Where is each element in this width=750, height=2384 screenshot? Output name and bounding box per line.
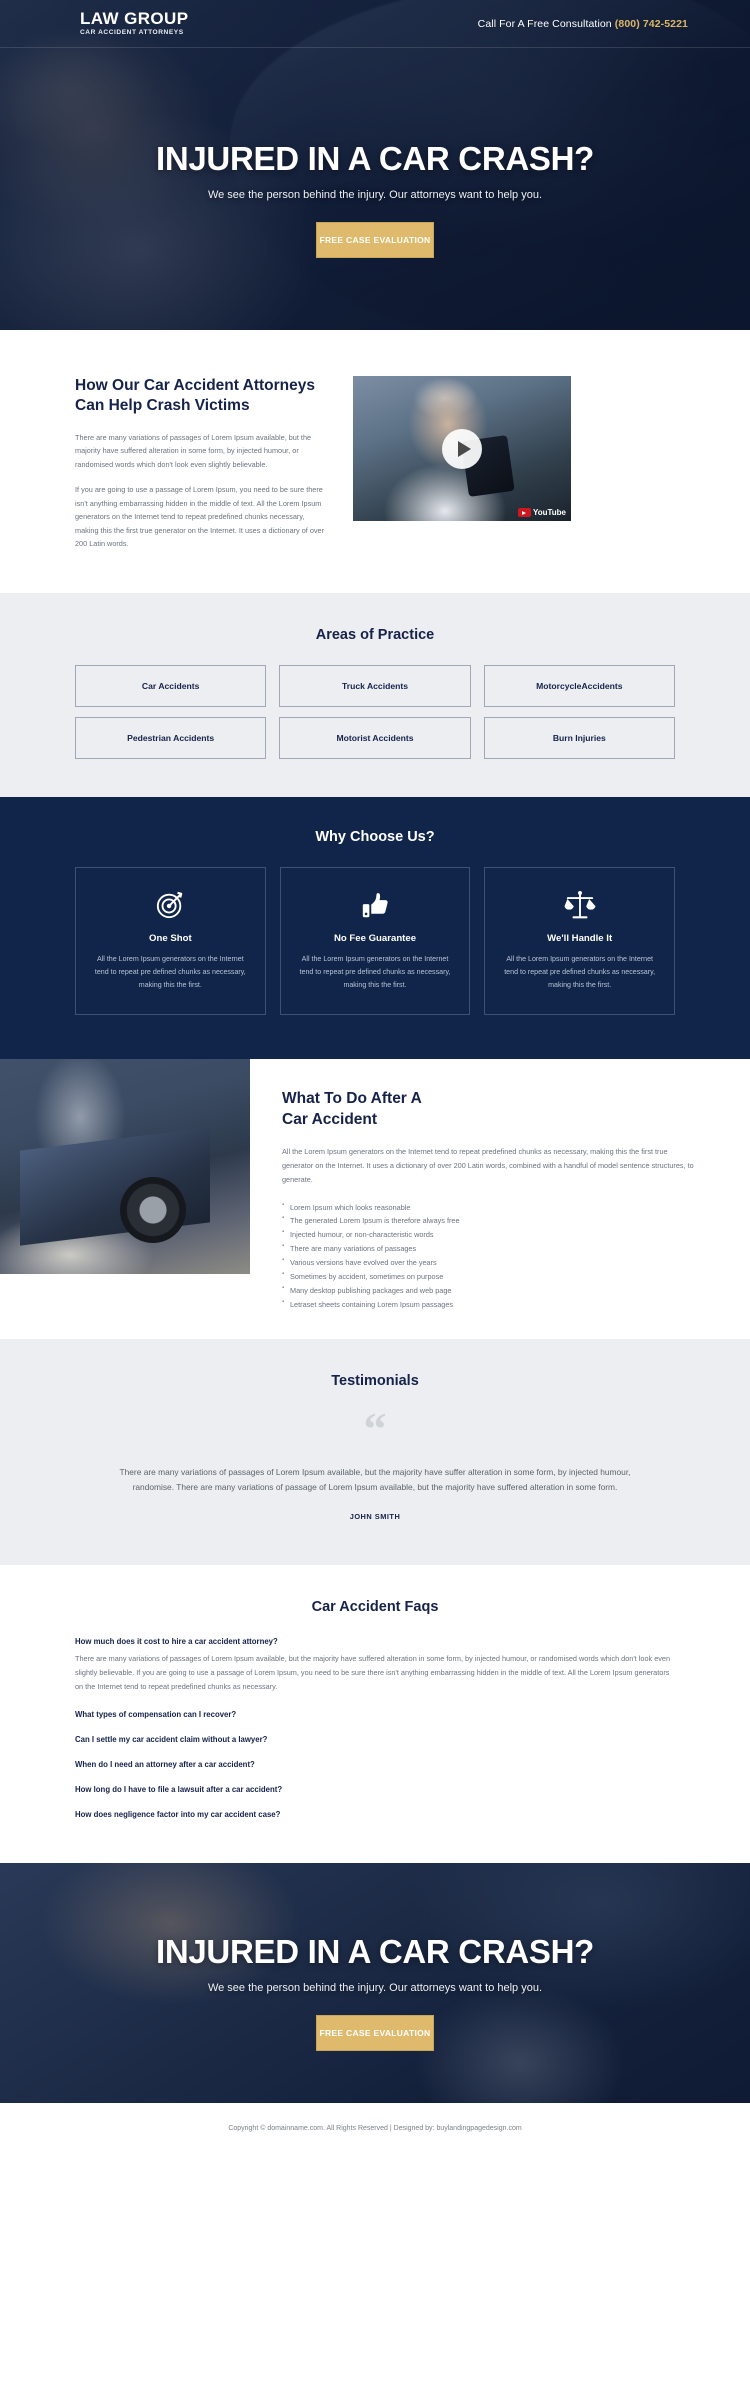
faq-section: Car Accident Faqs How much does it cost … (0, 1565, 750, 1863)
what-to-do-content: What To Do After A Car Accident All the … (250, 1059, 750, 1339)
area-card-truck-accidents[interactable]: Truck Accidents (279, 664, 471, 707)
what-heading-line-2: Car Accident (282, 1111, 378, 1129)
help-heading: How Our Car Accident Attorneys Can Help … (75, 377, 316, 415)
bottom-cta-section: INJURED IN A CAR CRASH? We see the perso… (0, 1862, 750, 2103)
top-bar: LAW GROUP CAR ACCIDENT ATTORNEYS Call Fo… (0, 0, 750, 48)
thumbs-up-icon (297, 888, 454, 922)
help-section: How Our Car Accident Attorneys Can Help … (0, 330, 750, 593)
faq-item: When do I need an attorney after a car a… (75, 1760, 675, 1769)
call-consultation: Call For A Free Consultation (800) 742-5… (478, 18, 688, 30)
brand-tagline: CAR ACCIDENT ATTORNEYS (80, 29, 184, 37)
youtube-label: YouTube (532, 508, 566, 517)
faq-heading: Car Accident Faqs (311, 1599, 439, 1616)
footer: Copyright © domainname.com. All Rights R… (0, 2102, 750, 2156)
area-card-pedestrian-accidents[interactable]: Pedestrian Accidents (75, 716, 267, 759)
cta-content: INJURED IN A CAR CRASH? We see the perso… (0, 1863, 750, 2051)
scales-icon (501, 888, 658, 922)
cta-subtitle: We see the person behind the injury. Our… (207, 1981, 543, 1994)
faq-list: How much does it cost to hire a car acci… (75, 1637, 675, 1819)
testimonials-heading: Testimonials (331, 1373, 419, 1390)
help-text-column: How Our Car Accident Attorneys Can Help … (75, 376, 325, 551)
faq-item: How long do I have to file a lawsuit aft… (75, 1785, 675, 1794)
why-cards-grid: One Shot All the Lorem Ipsum generators … (75, 866, 675, 1016)
faq-question[interactable]: How much does it cost to hire a car acci… (75, 1637, 675, 1646)
cta-free-case-evaluation-button[interactable]: FREE CASE EVALUATION (316, 2014, 434, 2051)
faq-item: What types of compensation can I recover… (75, 1710, 675, 1719)
hero-subtitle: We see the person behind the injury. Our… (207, 189, 543, 201)
why-card-title: One Shot (149, 932, 192, 944)
list-item: The generated Lorem Ipsum is therefore a… (282, 1213, 698, 1228)
copyright-text: Copyright © domainname.com. All Rights R… (228, 2124, 522, 2132)
why-card-text: All the Lorem Ipsum generators on the In… (504, 954, 656, 989)
why-card-no-fee-guarantee: No Fee Guarantee All the Lorem Ipsum gen… (279, 866, 471, 1016)
list-item: Many desktop publishing packages and web… (282, 1283, 698, 1298)
play-button-icon[interactable] (442, 428, 482, 469)
crashed-car-photo (0, 1059, 250, 1275)
why-choose-us-section: Why Choose Us? One Shot All the Lorem Ip… (0, 796, 750, 1060)
faq-question[interactable]: How does negligence factor into my car a… (75, 1810, 675, 1819)
list-item: Various versions have evolved over the y… (282, 1255, 698, 1270)
why-card-title: No Fee Guarantee (333, 932, 417, 944)
list-item: Injected humour, or non-characteristic w… (282, 1227, 698, 1242)
list-item: Lorem Ipsum which looks reasonable (282, 1200, 698, 1215)
why-card-one-shot: One Shot All the Lorem Ipsum generators … (75, 866, 266, 1016)
list-item: Sometimes by accident, sometimes on purp… (282, 1269, 698, 1284)
what-heading-line-1: What To Do After A (282, 1090, 422, 1108)
free-case-evaluation-button[interactable]: FREE CASE EVALUATION (316, 222, 434, 258)
faq-question[interactable]: Can I settle my car accident claim witho… (75, 1735, 675, 1744)
why-card-text: All the Lorem Ipsum generators on the In… (94, 954, 246, 989)
hero-section: LAW GROUP CAR ACCIDENT ATTORNEYS Call Fo… (0, 0, 750, 330)
faq-item: Can I settle my car accident claim witho… (75, 1735, 675, 1744)
list-item: Letraset sheets containing Lorem Ipsum p… (282, 1297, 698, 1312)
testimonial-author: JOHN SMITH (349, 1512, 401, 1522)
what-to-do-heading: What To Do After A Car Accident (282, 1089, 698, 1131)
cta-title: INJURED IN A CAR CRASH? (155, 1932, 594, 1970)
area-card-motorcycle-accidents[interactable]: MotorcycleAccidents (483, 664, 675, 707)
hero-content: INJURED IN A CAR CRASH? We see the perso… (0, 48, 750, 258)
landing-page: LAW GROUP CAR ACCIDENT ATTORNEYS Call Fo… (0, 0, 750, 2156)
call-label: Call For A Free Consultation (477, 17, 612, 30)
target-icon (92, 888, 249, 922)
help-paragraph-1: There are many variations of passages of… (75, 432, 312, 469)
why-card-title: We'll Handle It (547, 932, 613, 944)
areas-heading: Areas of Practice (315, 626, 435, 643)
faq-answer: There are many variations of passages of… (75, 1654, 671, 1692)
why-heading: Why Choose Us? (315, 828, 435, 845)
why-card-well-handle-it: We'll Handle It All the Lorem Ipsum gene… (484, 866, 675, 1016)
area-card-motorist-accidents[interactable]: Motorist Accidents (279, 716, 471, 759)
hero-title: INJURED IN A CAR CRASH? (155, 140, 594, 177)
video-thumbnail[interactable]: YouTube (353, 376, 571, 521)
testimonials-section: Testimonials “ There are many variations… (0, 1339, 750, 1566)
faq-question[interactable]: When do I need an attorney after a car a… (75, 1760, 675, 1769)
help-paragraph-2: If you are going to use a passage of Lor… (75, 485, 325, 549)
list-item: There are many variations of passages (282, 1241, 698, 1256)
quote-icon: “ (363, 1403, 387, 1455)
what-to-do-paragraph: All the Lorem Ipsum generators on the In… (282, 1146, 694, 1184)
what-to-do-bullet-list: Lorem Ipsum which looks reasonable The g… (282, 1200, 698, 1312)
areas-of-practice-section: Areas of Practice Car Accidents Truck Ac… (0, 592, 750, 797)
faq-item: How much does it cost to hire a car acci… (75, 1637, 675, 1694)
areas-grid: Car Accidents Truck Accidents Motorcycle… (75, 664, 675, 759)
faq-question[interactable]: What types of compensation can I recover… (75, 1710, 675, 1719)
testimonial-text: There are many variations of passages of… (119, 1467, 631, 1492)
what-to-do-section: What To Do After A Car Accident All the … (0, 1059, 750, 1340)
youtube-logo: YouTube (517, 508, 566, 517)
faq-question[interactable]: How long do I have to file a lawsuit aft… (75, 1785, 675, 1794)
brand-logo[interactable]: LAW GROUP CAR ACCIDENT ATTORNEYS (80, 10, 188, 37)
area-card-car-accidents[interactable]: Car Accidents (75, 664, 267, 707)
brand-name: LAW GROUP (80, 9, 189, 29)
phone-number[interactable]: (800) 742-5221 (615, 18, 688, 30)
youtube-play-icon (517, 508, 531, 517)
faq-item: How does negligence factor into my car a… (75, 1810, 675, 1819)
area-card-burn-injuries[interactable]: Burn Injuries (483, 716, 675, 759)
why-card-text: All the Lorem Ipsum generators on the In… (299, 954, 451, 989)
